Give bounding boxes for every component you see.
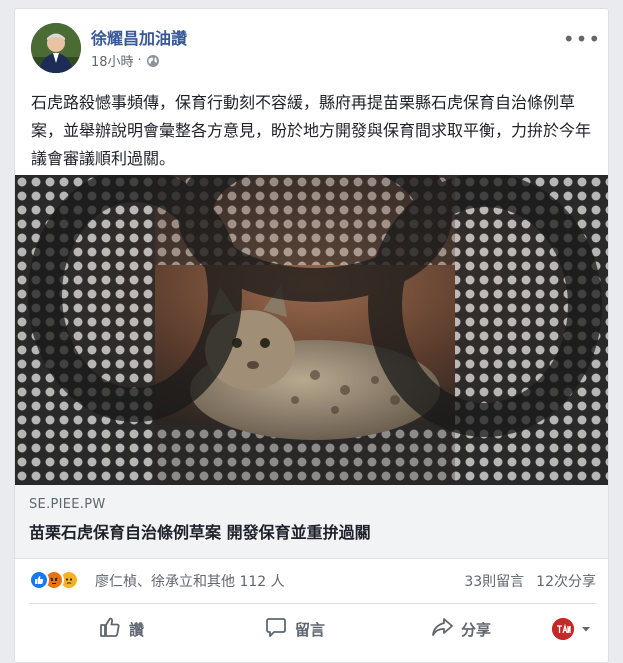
page-avatar-icon [552,618,574,640]
post-card: 徐耀昌加油讚 18小時 · ••• 石虎路殺憾事頻傳，保育行動刻不容緩，縣府再提… [14,8,609,663]
thumbs-up-icon [99,616,121,642]
more-icon[interactable]: ••• [563,27,600,51]
like-button[interactable]: 讚 [99,608,144,650]
link-title[interactable]: 苗栗石虎保育自治條例草案 開發保育並重拚過關 [29,519,371,543]
link-domain: SE.PIEE.PW [29,497,106,512]
avatar[interactable] [31,23,81,73]
comment-icon [265,616,287,642]
reaction-names[interactable]: 廖仁楨、徐承立和其他 112 人 [95,571,285,591]
comment-label: 留言 [295,620,326,639]
chevron-down-icon [580,620,592,639]
post-header: 徐耀昌加油讚 18小時 · ••• [31,23,600,75]
comment-button[interactable]: 留言 [265,608,325,650]
post-stats: 廖仁楨、徐承立和其他 112 人 33則留言 12次分享 [29,567,596,597]
post-time[interactable]: 18小時 [91,51,134,70]
engagement-counts: 33則留言 12次分享 [464,571,596,591]
share-label: 分享 [461,620,492,639]
stats-divider [29,603,596,604]
link-preview[interactable]: SE.PIEE.PW 苗栗石虎保育自治條例草案 開發保育並重拚過關 [15,485,608,559]
post-photo[interactable] [15,175,608,485]
author-name[interactable]: 徐耀昌加油讚 [91,25,187,49]
post-text: 石虎路殺憾事頻傳，保育行動刻不容緩，縣府再提苗栗縣石虎保育自治條例草案，並舉辦說… [31,93,592,168]
share-button[interactable]: 分享 [431,608,491,650]
like-label: 讚 [129,620,145,639]
share-count[interactable]: 12次分享 [536,571,596,591]
page-switcher[interactable] [552,618,592,640]
globe-icon [146,54,160,68]
meta-separator: · [137,53,142,68]
comment-count[interactable]: 33則留言 [464,571,524,591]
share-icon [431,616,453,642]
post-meta: 18小時 · [91,51,160,70]
action-bar: 讚 留言 分享 [29,608,596,650]
reaction-icons[interactable] [29,570,79,590]
like-reaction-icon [29,570,49,590]
